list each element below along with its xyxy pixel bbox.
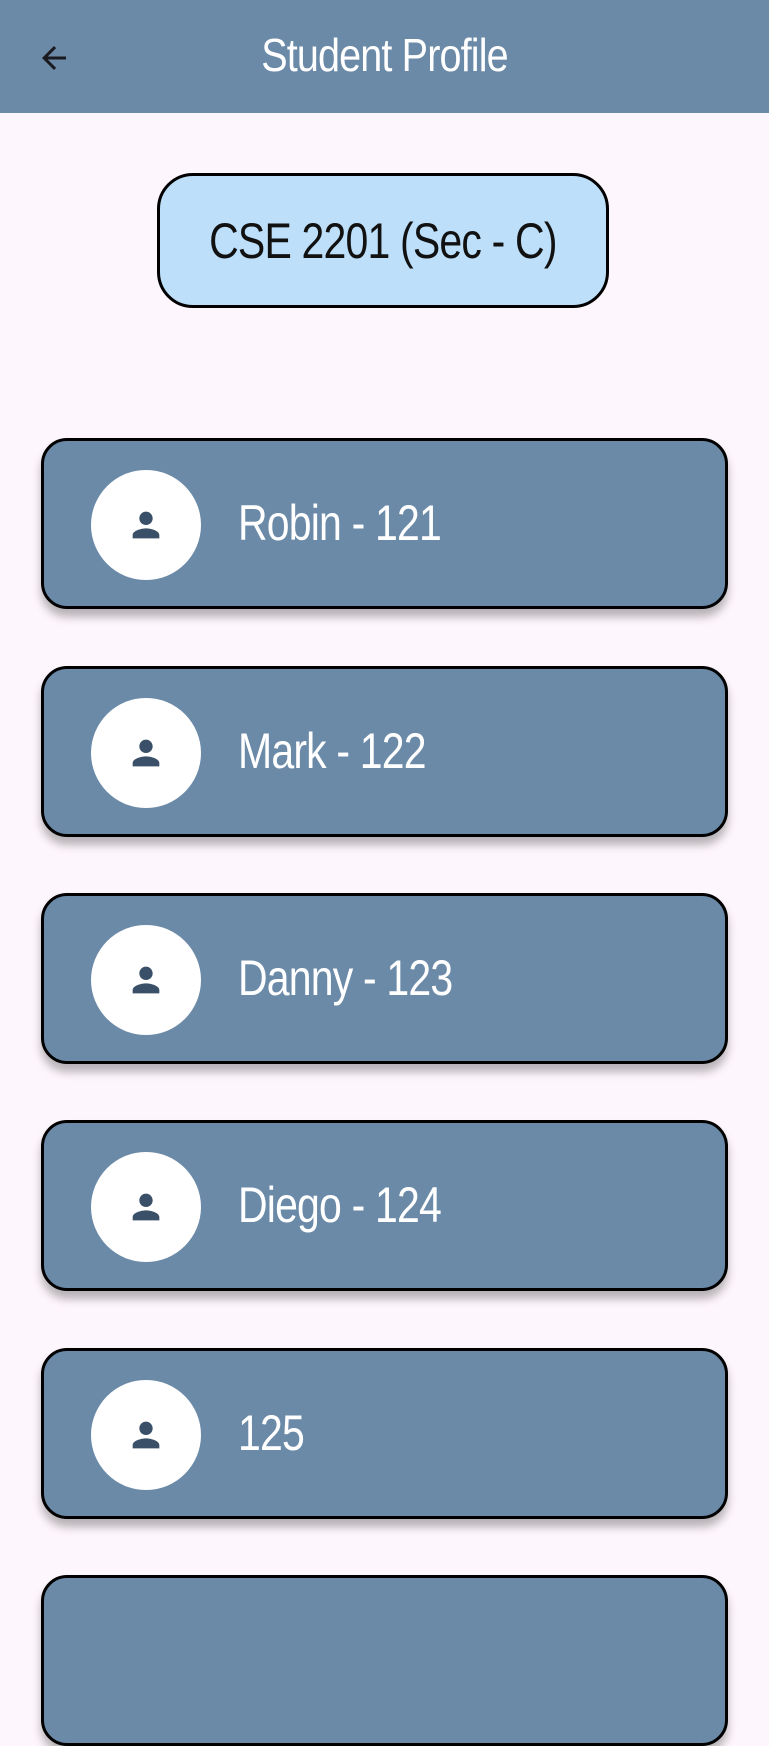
student-card[interactable]: Diego - 124	[41, 1120, 728, 1291]
avatar	[91, 470, 201, 580]
person-icon	[132, 511, 160, 539]
avatar	[91, 1152, 201, 1262]
student-label: 125	[238, 1405, 305, 1461]
course-section-button[interactable]: CSE 2201 (Sec - C)	[157, 173, 609, 308]
person-icon	[132, 1193, 160, 1221]
student-label: Diego - 124	[238, 1177, 442, 1233]
course-section-label: CSE 2201 (Sec - C)	[209, 212, 557, 269]
app-bar: Student Profile	[0, 0, 769, 113]
student-card[interactable]: Danny - 123	[41, 893, 728, 1064]
student-card[interactable]: 125	[41, 1348, 728, 1519]
page-title: Student Profile	[261, 29, 508, 81]
person-icon	[132, 1421, 160, 1449]
person-icon	[132, 966, 160, 994]
student-label: Robin - 121	[238, 495, 442, 551]
student-card[interactable]: Mark - 122	[41, 666, 728, 837]
person-icon	[132, 739, 160, 767]
student-label: Danny - 123	[238, 950, 453, 1006]
avatar	[91, 925, 201, 1035]
student-card[interactable]: Robin - 121	[41, 438, 728, 609]
student-card-partial[interactable]	[41, 1575, 728, 1746]
student-label: Mark - 122	[238, 723, 427, 779]
avatar	[91, 698, 201, 808]
avatar	[91, 1380, 201, 1490]
